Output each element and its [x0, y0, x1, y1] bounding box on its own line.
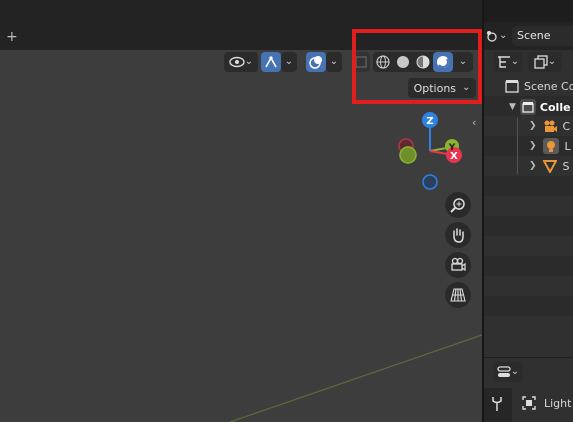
- editor-type-selector[interactable]: ⌄: [493, 362, 523, 382]
- neg-y-handle[interactable]: [399, 146, 417, 164]
- display-mode-selector[interactable]: ⌄: [493, 52, 523, 72]
- tool-tab[interactable]: [490, 396, 504, 416]
- perspective-toggle-button[interactable]: [445, 282, 471, 308]
- hand-icon: [453, 228, 464, 243]
- add-workspace-button[interactable]: +: [6, 28, 18, 46]
- outliner-tree-icon: [497, 56, 510, 68]
- outliner-row-stripe: [484, 176, 573, 196]
- outliner-row-stripe: [484, 256, 573, 276]
- show-gizmo-toggle[interactable]: [261, 52, 281, 72]
- outliner-row-stripe: [484, 296, 573, 316]
- chevron-down-icon: ⌄: [244, 56, 254, 67]
- outliner-row-camera[interactable]: ❯ C: [529, 119, 570, 133]
- chevron-down-icon: ⌄: [284, 56, 294, 67]
- show-overlays-toggle[interactable]: [306, 52, 326, 72]
- properties-object-name: Light: [544, 396, 572, 410]
- expand-arrow-icon[interactable]: ▼: [509, 102, 516, 112]
- outliner-row-stripe: [484, 216, 573, 236]
- scene-collection-icon: [505, 80, 519, 93]
- x-axis-label: X: [450, 151, 458, 162]
- outliner-row-collection[interactable]: ▼ Colle: [509, 99, 571, 115]
- expand-arrow-icon[interactable]: ❯: [529, 161, 537, 171]
- scene-icon: [487, 31, 497, 42]
- outliner-row-mesh[interactable]: ❯ S: [529, 159, 570, 173]
- chevron-down-icon: ⌄: [329, 56, 339, 67]
- scene-name-field[interactable]: Scene: [512, 26, 573, 46]
- properties-icon: [497, 366, 511, 377]
- outliner-item-label: C: [562, 119, 571, 133]
- camera-icon: [544, 120, 557, 132]
- chevron-down-icon: ⌄: [510, 366, 520, 377]
- filter-icon: [534, 55, 548, 69]
- navigation-gizmo[interactable]: Z Y X: [392, 108, 472, 198]
- outliner-item-label: Colle: [539, 100, 571, 114]
- pan-button[interactable]: [445, 222, 471, 248]
- overlays-dropdown[interactable]: ⌄: [326, 52, 342, 72]
- camera-view-button[interactable]: [445, 252, 471, 278]
- properties-object-row[interactable]: Light: [522, 396, 571, 410]
- light-icon: [542, 138, 559, 154]
- outliner-row-light[interactable]: ❯ L: [529, 138, 571, 154]
- mesh-icon: [542, 160, 557, 173]
- eye-icon: [229, 56, 245, 68]
- outliner-item-label: Scene Co: [524, 79, 573, 93]
- zoom-icon: [450, 198, 465, 213]
- floor-grid-line: [229, 334, 482, 422]
- outliner-item-label: S: [562, 159, 570, 173]
- outliner-row-scene-collection[interactable]: Scene Co: [505, 79, 573, 93]
- chevron-down-icon: ⌄: [510, 56, 520, 67]
- expand-arrow-icon[interactable]: ❯: [529, 121, 537, 131]
- tool-icon: [492, 397, 502, 411]
- scene-selector-button[interactable]: ⌄: [485, 27, 509, 45]
- expand-arrow-icon[interactable]: ❯: [529, 141, 537, 151]
- collapse-sidebar-icon[interactable]: ‹: [472, 116, 476, 129]
- 3d-viewport[interactable]: [0, 50, 482, 422]
- z-axis-label: Z: [426, 116, 433, 127]
- highlight-box: [352, 29, 482, 104]
- object-data-icon: [522, 396, 536, 410]
- zoom-button[interactable]: [445, 192, 471, 218]
- outliner-item-label: L: [564, 139, 571, 153]
- chevron-down-icon: ⌄: [499, 30, 508, 41]
- tree-guide-line: [517, 118, 518, 174]
- filter-selector[interactable]: ⌄: [528, 52, 562, 72]
- overlays-icon: [309, 56, 322, 69]
- gizmo-icon: [265, 56, 277, 68]
- collection-icon: [519, 99, 536, 115]
- grid-perspective-icon: [450, 288, 466, 302]
- chevron-down-icon: ⌄: [547, 56, 557, 67]
- visibility-selector[interactable]: ⌄: [224, 52, 258, 72]
- neg-z-handle[interactable]: [422, 174, 438, 190]
- camera-icon: [451, 257, 466, 272]
- gizmo-dropdown[interactable]: ⌄: [281, 52, 297, 72]
